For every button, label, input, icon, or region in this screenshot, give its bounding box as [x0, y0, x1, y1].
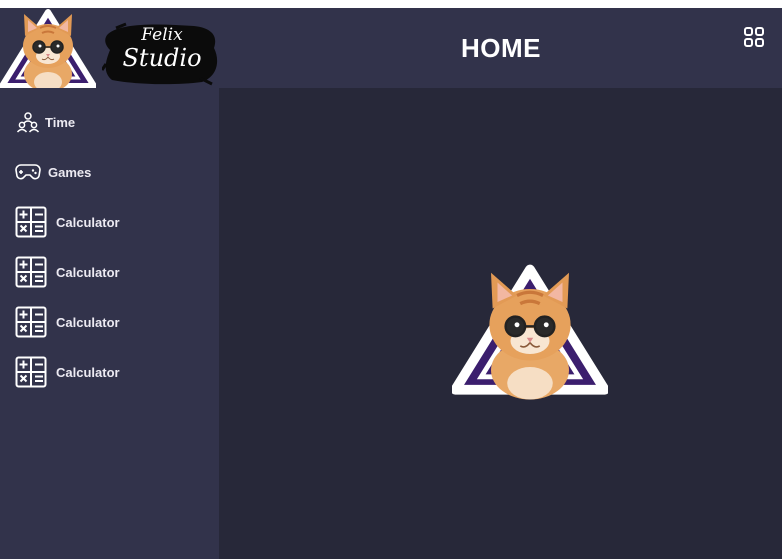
calculator-icon	[15, 356, 47, 388]
app-window: Felix Studio HOME Time Games Calculator …	[0, 8, 782, 559]
calculator-icon	[15, 206, 47, 238]
calculator-icon	[15, 256, 47, 288]
sidebar-item-label: Calculator	[56, 364, 120, 380]
calculator-icon	[15, 306, 47, 338]
cat-logo-icon	[452, 256, 608, 400]
brand-logo[interactable]: Felix Studio	[0, 8, 220, 88]
sidebar-item-label: Calculator	[56, 314, 120, 330]
brand-line-1: Felix	[141, 25, 183, 45]
brand-name: Felix Studio	[110, 26, 214, 72]
grid-icon[interactable]	[744, 27, 764, 47]
sidebar-item-label: Calculator	[56, 264, 120, 280]
sidebar-item-calculator-2[interactable]: Calculator	[0, 247, 219, 297]
sidebar: Time Games Calculator Calculator Calcula…	[0, 88, 219, 559]
cat-logo-icon	[0, 8, 96, 88]
gamepad-icon	[15, 164, 41, 180]
sidebar-item-games[interactable]: Games	[0, 147, 219, 197]
sidebar-item-time[interactable]: Time	[0, 97, 219, 147]
top-bar: Felix Studio HOME	[0, 8, 782, 88]
sidebar-item-label: Games	[48, 164, 92, 180]
brand-line-2: Studio	[122, 44, 202, 72]
sidebar-item-label: Calculator	[56, 214, 120, 230]
main-content	[219, 88, 782, 559]
sidebar-item-label: Time	[45, 114, 76, 130]
sidebar-item-calculator-4[interactable]: Calculator	[0, 347, 219, 397]
sidebar-item-calculator-3[interactable]: Calculator	[0, 297, 219, 347]
page-title: HOME	[461, 32, 541, 63]
team-icon	[16, 112, 40, 133]
sidebar-item-calculator-1[interactable]: Calculator	[0, 197, 219, 247]
